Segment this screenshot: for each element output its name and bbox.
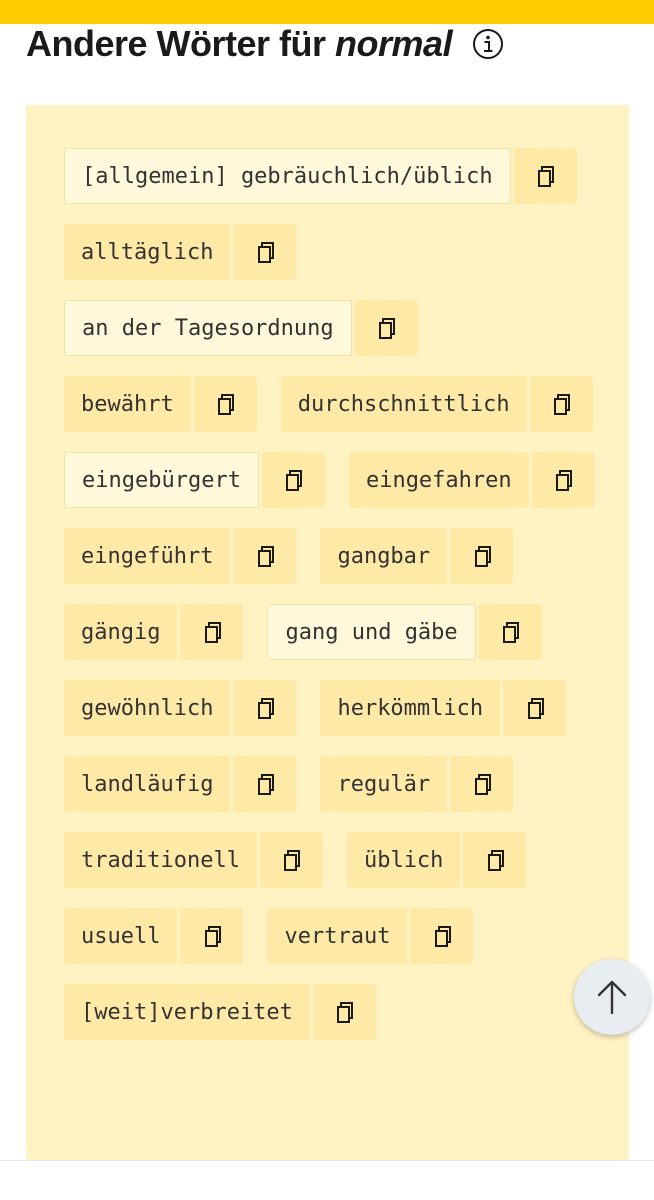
synonym-chip: gewöhnlich: [64, 680, 297, 736]
copy-button[interactable]: [513, 148, 577, 204]
title-prefix: Andere Wörter für: [26, 23, 326, 64]
copy-icon: [214, 392, 236, 416]
synonym-chip: [allgemein] gebräuchlich/üblich: [64, 148, 577, 204]
arrow-up-icon: [597, 980, 627, 1015]
title-word: normal: [335, 23, 453, 64]
synonym-link[interactable]: regulär: [320, 756, 448, 812]
copy-icon: [431, 924, 453, 948]
synonym-link[interactable]: üblich: [346, 832, 461, 888]
synonym-link[interactable]: eingebürgert: [64, 452, 259, 508]
copy-button[interactable]: [312, 984, 376, 1040]
copy-button[interactable]: [529, 376, 593, 432]
synonym-link[interactable]: gang und gäbe: [267, 604, 476, 660]
copy-icon: [524, 696, 546, 720]
synonym-chip: regulär: [320, 756, 514, 812]
copy-icon: [254, 544, 276, 568]
synonym-panel: [allgemein] gebräuchlich/üblich alltäglic…: [26, 105, 629, 1185]
synonym-list: [allgemein] gebräuchlich/üblich alltäglic…: [26, 105, 629, 1040]
synonym-chip: vertraut: [267, 908, 474, 964]
synonym-chip: usuell: [64, 908, 244, 964]
copy-button[interactable]: [410, 908, 474, 964]
copy-button[interactable]: [233, 528, 297, 584]
copy-icon: [280, 848, 302, 872]
copy-button[interactable]: [233, 224, 297, 280]
synonym-link[interactable]: landläufig: [64, 756, 231, 812]
synonym-chip: gang und gäbe: [267, 604, 542, 660]
copy-button[interactable]: [463, 832, 527, 888]
copy-icon: [254, 772, 276, 796]
copy-button[interactable]: [233, 680, 297, 736]
synonym-chip: traditionell: [64, 832, 323, 888]
synonym-chip: gängig: [64, 604, 244, 660]
section-title: Andere Wörter für normal: [26, 23, 453, 65]
copy-icon: [499, 620, 521, 644]
synonym-chip: gangbar: [320, 528, 514, 584]
synonym-chip: eingebürgert: [64, 452, 325, 508]
copy-button[interactable]: [180, 908, 244, 964]
synonym-chip: [weit]verbreitet: [64, 984, 376, 1040]
copy-icon: [471, 772, 493, 796]
copy-icon: [375, 316, 397, 340]
copy-button[interactable]: [450, 756, 514, 812]
synonym-link[interactable]: durchschnittlich: [280, 376, 527, 432]
synonym-link[interactable]: traditionell: [64, 832, 257, 888]
synonym-chip: herkömmlich: [320, 680, 567, 736]
synonym-chip: üblich: [346, 832, 527, 888]
synonym-link[interactable]: gewöhnlich: [64, 680, 231, 736]
synonym-chip: eingeführt: [64, 528, 297, 584]
synonym-link[interactable]: [weit]verbreitet: [64, 984, 310, 1040]
copy-icon: [333, 1000, 355, 1024]
synonym-chip: an der Tagesordnung: [64, 300, 418, 356]
copy-button[interactable]: [180, 604, 244, 660]
synonym-link[interactable]: alltäglich: [64, 224, 231, 280]
synonym-link[interactable]: herkömmlich: [320, 680, 501, 736]
copy-button[interactable]: [503, 680, 567, 736]
section-heading: Andere Wörter für normal: [26, 22, 504, 66]
copy-icon: [282, 468, 304, 492]
copy-icon: [550, 392, 572, 416]
copy-icon: [254, 240, 276, 264]
copy-icon: [484, 848, 506, 872]
synonym-chip: alltäglich: [64, 224, 297, 280]
info-circle-icon[interactable]: [472, 28, 504, 60]
copy-icon: [254, 696, 276, 720]
copy-button[interactable]: [531, 452, 595, 508]
copy-button[interactable]: [354, 300, 418, 356]
synonym-chip: bewährt: [64, 376, 257, 432]
top-accent-bar: [0, 0, 654, 24]
copy-button[interactable]: [478, 604, 542, 660]
synonym-chip: eingefahren: [348, 452, 595, 508]
synonym-link[interactable]: eingeführt: [64, 528, 231, 584]
synonym-link[interactable]: eingefahren: [348, 452, 529, 508]
synonym-chip: durchschnittlich: [280, 376, 593, 432]
copy-icon: [201, 924, 223, 948]
synonym-link[interactable]: [allgemein] gebräuchlich/üblich: [64, 148, 511, 204]
copy-button[interactable]: [259, 832, 323, 888]
bottom-bar: [0, 1160, 654, 1200]
copy-button[interactable]: [233, 756, 297, 812]
synonym-link[interactable]: gängig: [64, 604, 178, 660]
synonym-chip: landläufig: [64, 756, 297, 812]
synonym-link[interactable]: vertraut: [267, 908, 408, 964]
copy-button[interactable]: [193, 376, 257, 432]
copy-icon: [552, 468, 574, 492]
copy-icon: [534, 164, 556, 188]
synonym-link[interactable]: usuell: [64, 908, 178, 964]
copy-button[interactable]: [261, 452, 325, 508]
copy-icon: [201, 620, 223, 644]
copy-icon: [471, 544, 493, 568]
synonym-link[interactable]: an der Tagesordnung: [64, 300, 352, 356]
synonym-link[interactable]: gangbar: [320, 528, 448, 584]
copy-button[interactable]: [450, 528, 514, 584]
synonym-link[interactable]: bewährt: [64, 376, 191, 432]
scroll-to-top-button[interactable]: [574, 959, 650, 1035]
